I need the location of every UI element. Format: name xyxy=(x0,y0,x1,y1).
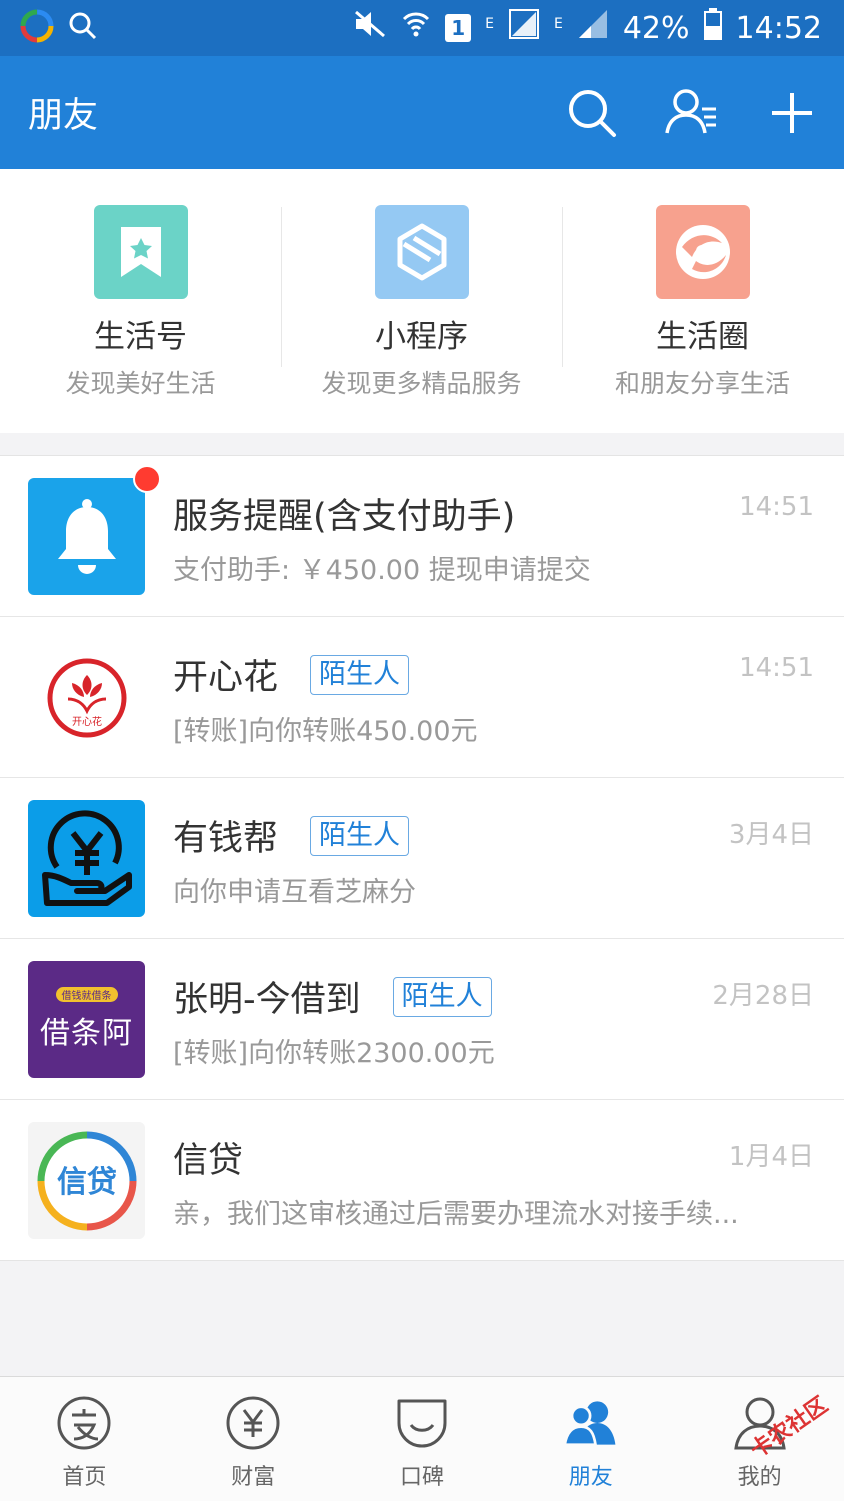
yen-circle-icon xyxy=(226,1396,280,1450)
koubei-icon xyxy=(397,1399,447,1448)
tab-wealth[interactable]: 财富 xyxy=(169,1377,338,1501)
xindai-logo-icon: 信贷 xyxy=(37,1131,136,1230)
message-row-youqianbang[interactable]: 有钱帮 陌生人 3月4日 向你申请互看芝麻分 xyxy=(0,778,844,939)
friends-icon xyxy=(563,1401,616,1447)
contact-name: 有钱帮 xyxy=(173,819,279,859)
message-row-xindai[interactable]: 信贷 信贷 1月4日 亲，我们这审核通过后需要办理流水对接手续... xyxy=(0,1100,844,1260)
mute-icon xyxy=(353,9,387,47)
message-row-kaixinhua[interactable]: 开心花 开心花 陌生人 14:51 [转账]向你转账450.00元 xyxy=(0,617,844,778)
message-preview: 亲，我们这审核通过后需要办理流水对接手续... xyxy=(173,1199,739,1230)
avatar-logo-text: 借条阿 xyxy=(40,1016,133,1051)
message-preview: [转账]向你转账450.00元 xyxy=(173,716,478,747)
avatar: 借钱就借条 借条阿 xyxy=(28,961,145,1078)
contact-name: 服务提醒(含支付助手) xyxy=(173,497,516,537)
app-logo-icon xyxy=(20,9,54,47)
contacts-icon xyxy=(665,88,716,133)
feature-mini-program[interactable]: 小程序 发现更多精品服务 xyxy=(281,169,562,433)
stranger-tag: 陌生人 xyxy=(310,654,410,695)
bottom-tab-bar: 首页 财富 口碑 朋友 我的 xyxy=(0,1376,844,1501)
message-time: 14:51 xyxy=(739,653,814,683)
feature-shortcuts: 生活号 发现美好生活 小程序 发现更多精品服务 生活圈 和朋友分享生活 xyxy=(0,169,844,433)
message-time: 14:51 xyxy=(739,492,814,522)
flower-logo-icon: 开心花 xyxy=(47,658,126,737)
network-type-label: E xyxy=(485,16,494,32)
mini-program-icon xyxy=(397,223,446,281)
yen-hand-icon xyxy=(41,809,132,906)
signal-box-icon xyxy=(508,8,540,48)
tab-label: 财富 xyxy=(231,1465,276,1490)
bell-icon xyxy=(57,498,116,574)
avatar-small-text: 借钱就借条 xyxy=(55,987,118,1002)
message-time: 3月4日 xyxy=(728,820,814,850)
battery-icon xyxy=(703,8,722,48)
feature-subtitle: 发现美好生活 xyxy=(65,369,216,398)
life-account-tile xyxy=(93,205,188,299)
message-time: 2月28日 xyxy=(712,981,814,1011)
wifi-icon xyxy=(401,9,431,47)
message-time: 1月4日 xyxy=(728,1142,814,1172)
add-button[interactable] xyxy=(764,85,820,141)
contacts-button[interactable] xyxy=(664,85,720,141)
page-title: 朋友 xyxy=(28,96,99,136)
message-preview: 向你申请互看芝麻分 xyxy=(173,877,416,908)
app-header: 朋友 xyxy=(0,56,844,169)
feature-title: 生活圈 xyxy=(656,319,749,355)
message-list: 服务提醒(含支付助手) 14:51 支付助手: ￥450.00 提现申请提交 开… xyxy=(0,455,844,1261)
tab-koubei[interactable]: 口碑 xyxy=(338,1377,507,1501)
avatar-logo-text: 开心花 xyxy=(72,715,102,728)
status-bar: 1 E E 42% 14:52 xyxy=(0,0,844,56)
feature-title: 小程序 xyxy=(375,319,468,355)
contact-name: 信贷 xyxy=(173,1141,244,1181)
feature-life-circle[interactable]: 生活圈 和朋友分享生活 xyxy=(562,169,843,433)
search-icon xyxy=(569,89,616,137)
search-button[interactable] xyxy=(564,85,620,141)
avatar: 信贷 xyxy=(28,1122,145,1239)
avatar: 开心花 xyxy=(28,639,145,756)
tab-label: 我的 xyxy=(737,1465,782,1490)
avatar-logo-text: 信贷 xyxy=(57,1165,117,1200)
unread-dot xyxy=(133,465,161,493)
add-icon xyxy=(772,92,812,133)
battery-percent: 42% xyxy=(622,10,690,46)
stranger-tag: 陌生人 xyxy=(310,815,410,856)
signal-icon xyxy=(577,8,609,48)
avatar xyxy=(28,478,145,595)
network-type-label-2: E xyxy=(553,16,563,32)
feature-title: 生活号 xyxy=(94,319,187,355)
contact-name: 开心花 xyxy=(173,658,279,698)
message-preview: 支付助手: ￥450.00 提现申请提交 xyxy=(173,555,591,586)
contact-name: 张明-今借到 xyxy=(173,980,361,1020)
feature-life-account[interactable]: 生活号 发现美好生活 xyxy=(0,169,281,433)
sim-icon: 1 xyxy=(445,14,472,42)
message-preview: [转账]向你转账2300.00元 xyxy=(173,1038,495,1069)
tab-label: 口碑 xyxy=(399,1465,444,1490)
tab-label: 朋友 xyxy=(568,1465,613,1490)
feature-subtitle: 发现更多精品服务 xyxy=(321,369,522,398)
life-circle-tile xyxy=(655,205,750,299)
tab-label: 首页 xyxy=(62,1465,107,1490)
feature-subtitle: 和朋友分享生活 xyxy=(614,369,790,398)
search-small-icon xyxy=(68,11,98,45)
message-row-zhangming[interactable]: 借钱就借条 借条阿 张明-今借到 陌生人 2月28日 [转账]向你转账2300.… xyxy=(0,939,844,1100)
stranger-tag: 陌生人 xyxy=(392,976,492,1017)
tab-friends[interactable]: 朋友 xyxy=(506,1377,675,1501)
mini-program-tile xyxy=(374,205,469,299)
bookmark-star-icon xyxy=(120,227,161,277)
life-circle-icon xyxy=(675,225,730,279)
avatar xyxy=(28,800,145,917)
tab-home[interactable]: 首页 xyxy=(0,1377,169,1501)
alipay-home-icon xyxy=(57,1396,111,1450)
message-row-service-reminder[interactable]: 服务提醒(含支付助手) 14:51 支付助手: ￥450.00 提现申请提交 xyxy=(0,456,844,617)
clock: 14:52 xyxy=(735,10,822,46)
